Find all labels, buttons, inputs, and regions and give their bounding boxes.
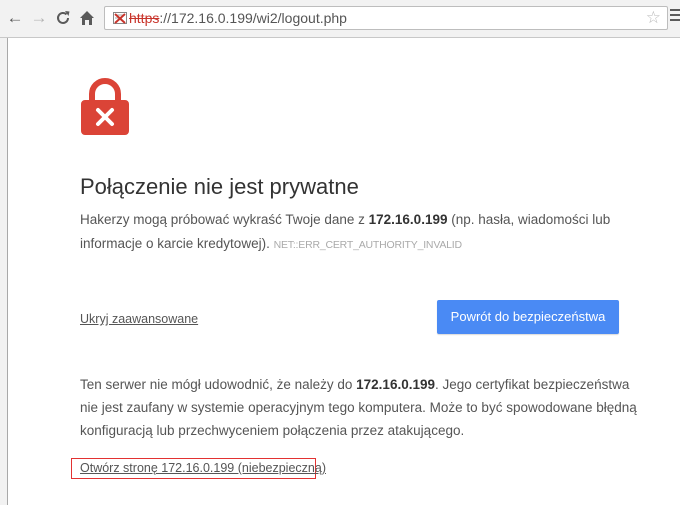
warning-description: Hakerzy mogą próbować wykraść Twoje dane… [80,208,620,257]
star-icon[interactable]: ☆ [646,8,661,28]
interstitial-page: Połączenie nie jest prywatne Hakerzy mog… [7,38,680,505]
advanced-details: Ten serwer nie mógł udowodnić, że należy… [80,373,640,442]
back-to-safety-button[interactable]: Powrót do bezpieczeństwa [437,300,619,334]
forward-arrow-icon[interactable]: → [30,9,48,27]
certificate-error-icon[interactable] [112,10,128,26]
hide-advanced-link[interactable]: Ukryj zaawansowane [80,312,198,326]
details-host: 172.16.0.199 [356,377,435,392]
reload-icon[interactable] [54,9,72,27]
red-lock-x-icon [81,78,129,135]
proceed-unsafe-link[interactable]: Otwórz stronę 172.16.0.199 (niebezpieczn… [80,461,326,475]
details-text-start: Ten serwer nie mógł udowodnić, że należy… [80,377,357,392]
page-title: Połączenie nie jest prywatne [80,174,359,199]
address-bar[interactable]: https://172.16.0.199/wi2/logout.php ☆ [104,6,668,30]
menu-icon[interactable] [670,9,680,27]
desc-host: 172.16.0.199 [368,212,448,227]
url-text[interactable]: https://172.16.0.199/wi2/logout.php [129,10,347,26]
browser-toolbar: ← → https://172.16.0.199/wi2/logout.php … [0,0,680,38]
error-code: NET::ERR_CERT_AUTHORITY_INVALID [273,239,462,251]
back-arrow-icon[interactable]: ← [6,9,24,27]
url-rest: ://172.16.0.199/wi2/logout.php [159,10,347,26]
url-scheme: https [129,10,160,26]
desc-text-start: Hakerzy mogą próbować wykraść Twoje dane… [80,212,369,227]
home-icon[interactable] [78,9,96,27]
